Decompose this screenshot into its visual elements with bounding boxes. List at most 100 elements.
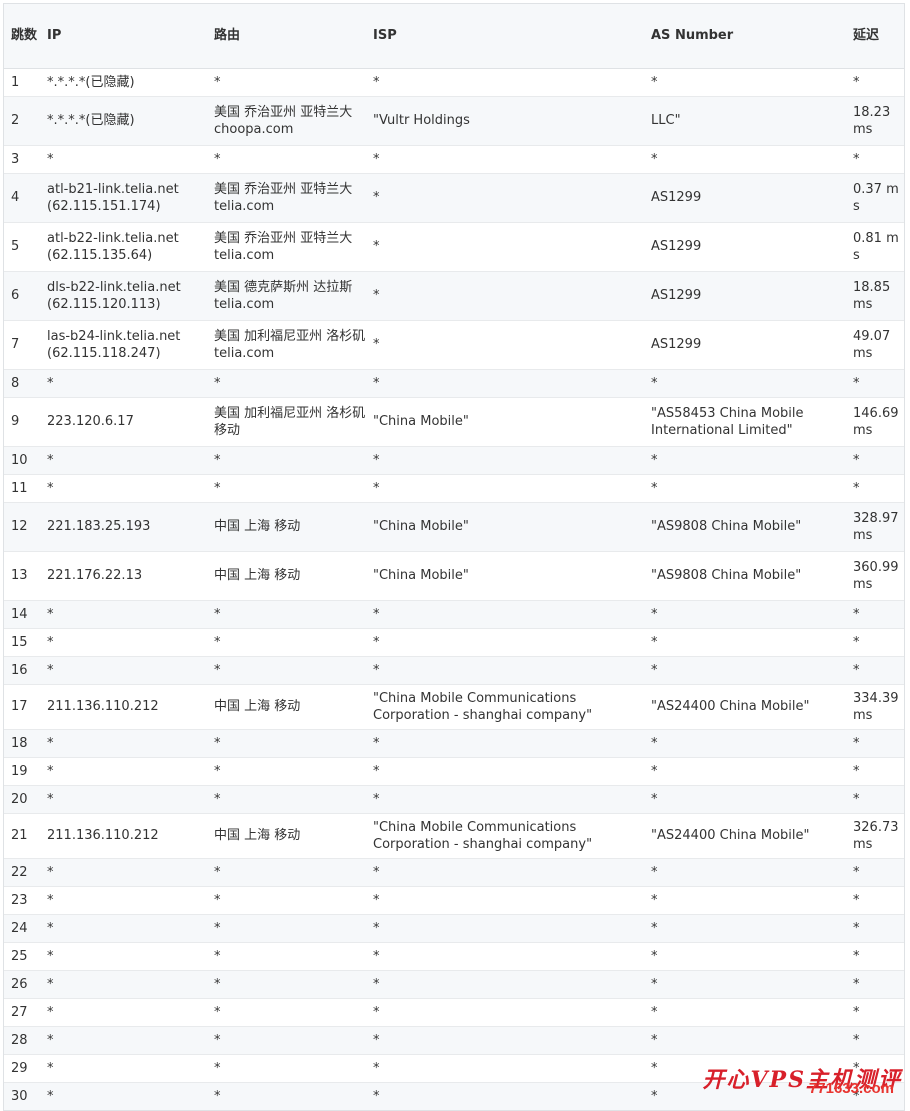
cell-route: 美国 乔治亚州 亚特兰大 telia.com bbox=[207, 173, 366, 223]
cell-latency: 334.39 ms bbox=[846, 684, 904, 730]
cell-hop: 25 bbox=[4, 942, 40, 971]
cell-latency: * bbox=[846, 1026, 904, 1055]
cell-isp: * bbox=[366, 1082, 644, 1110]
cell-latency: 0.81 ms bbox=[846, 222, 904, 272]
cell-hop: 12 bbox=[4, 502, 40, 552]
cell-as-number: * bbox=[644, 858, 846, 887]
cell-isp: * bbox=[366, 369, 644, 398]
cell-latency: 18.23 ms bbox=[846, 96, 904, 146]
cell-latency: * bbox=[846, 914, 904, 943]
cell-as-number: * bbox=[644, 446, 846, 475]
cell-hop: 10 bbox=[4, 446, 40, 475]
cell-latency: * bbox=[846, 600, 904, 629]
cell-ip: *.*.*.*(已隐藏) bbox=[40, 68, 207, 97]
cell-hop: 20 bbox=[4, 785, 40, 814]
cell-route: * bbox=[207, 998, 366, 1027]
table-row: 1 *.*.*.*(已隐藏) * * * * bbox=[4, 68, 904, 97]
cell-hop: 7 bbox=[4, 320, 40, 370]
table-row: 16 * * * * * bbox=[4, 656, 904, 685]
cell-latency: * bbox=[846, 729, 904, 758]
cell-latency: 146.69 ms bbox=[846, 397, 904, 447]
cell-as-number: LLC" bbox=[644, 96, 846, 146]
table-row: 24 * * * * * bbox=[4, 914, 904, 943]
cell-isp: "China Mobile" bbox=[366, 502, 644, 552]
cell-ip: * bbox=[40, 628, 207, 657]
cell-route: 中国 上海 移动 bbox=[207, 502, 366, 552]
table-row: 21 211.136.110.212 中国 上海 移动 "China Mobile C… bbox=[4, 813, 904, 859]
cell-latency: * bbox=[846, 858, 904, 887]
cell-isp: "China Mobile Communications Corporation… bbox=[366, 813, 644, 859]
cell-isp: * bbox=[366, 757, 644, 786]
cell-hop: 14 bbox=[4, 600, 40, 629]
cell-ip: 221.183.25.193 bbox=[40, 502, 207, 552]
cell-route: * bbox=[207, 474, 366, 503]
cell-route: * bbox=[207, 757, 366, 786]
cell-route: * bbox=[207, 1082, 366, 1110]
cell-as-number: AS1299 bbox=[644, 320, 846, 370]
cell-as-number: "AS9808 China Mobile" bbox=[644, 502, 846, 552]
cell-latency: 360.99 ms bbox=[846, 551, 904, 601]
cell-route: * bbox=[207, 970, 366, 999]
traceroute-table-container: 跳数 IP 路由 ISP AS Number 延迟 1 *.*.*.*(已隐藏) *… bbox=[3, 3, 905, 1111]
cell-hop: 21 bbox=[4, 813, 40, 859]
cell-ip: las-b24-link.telia.net (62.115.118.247) bbox=[40, 320, 207, 370]
header-latency: 延迟 bbox=[846, 4, 904, 69]
cell-route: * bbox=[207, 785, 366, 814]
cell-isp: * bbox=[366, 942, 644, 971]
watermark: 开心VPS主机测评 771633.com bbox=[702, 1062, 902, 1102]
cell-as-number: AS1299 bbox=[644, 271, 846, 321]
cell-as-number: * bbox=[644, 656, 846, 685]
cell-route: * bbox=[207, 628, 366, 657]
cell-as-number: * bbox=[644, 757, 846, 786]
cell-hop: 23 bbox=[4, 886, 40, 915]
cell-route: * bbox=[207, 942, 366, 971]
cell-as-number: * bbox=[644, 1026, 846, 1055]
table-row: 6 dls-b22-link.telia.net (62.115.120.113)… bbox=[4, 271, 904, 321]
table-row: 19 * * * * * bbox=[4, 757, 904, 786]
cell-hop: 26 bbox=[4, 970, 40, 999]
cell-hop: 27 bbox=[4, 998, 40, 1027]
cell-isp: "China Mobile" bbox=[366, 551, 644, 601]
cell-route: 美国 加利福尼亚州 洛杉矶 移动 bbox=[207, 397, 366, 447]
table-row: 8 * * * * * bbox=[4, 369, 904, 398]
cell-hop: 17 bbox=[4, 684, 40, 730]
cell-hop: 8 bbox=[4, 369, 40, 398]
cell-latency: * bbox=[846, 474, 904, 503]
cell-isp: * bbox=[366, 970, 644, 999]
cell-route: 美国 乔治亚州 亚特兰大 telia.com bbox=[207, 222, 366, 272]
cell-isp: * bbox=[366, 729, 644, 758]
cell-as-number: * bbox=[644, 628, 846, 657]
cell-ip: dls-b22-link.telia.net (62.115.120.113) bbox=[40, 271, 207, 321]
cell-latency: 0.37 ms bbox=[846, 173, 904, 223]
table-row: 26 * * * * * bbox=[4, 970, 904, 999]
cell-latency: * bbox=[846, 886, 904, 915]
cell-ip: *.*.*.*(已隐藏) bbox=[40, 96, 207, 146]
cell-hop: 15 bbox=[4, 628, 40, 657]
cell-latency: * bbox=[846, 656, 904, 685]
cell-as-number: * bbox=[644, 970, 846, 999]
table-row: 4 atl-b21-link.telia.net (62.115.151.174)… bbox=[4, 173, 904, 223]
header-isp: ISP bbox=[366, 4, 644, 69]
cell-hop: 1 bbox=[4, 68, 40, 97]
cell-latency: * bbox=[846, 628, 904, 657]
cell-as-number: * bbox=[644, 785, 846, 814]
cell-route: * bbox=[207, 914, 366, 943]
cell-ip: * bbox=[40, 474, 207, 503]
cell-ip: * bbox=[40, 785, 207, 814]
table-row: 27 * * * * * bbox=[4, 998, 904, 1027]
cell-hop: 24 bbox=[4, 914, 40, 943]
cell-latency: * bbox=[846, 446, 904, 475]
table-row: 13 221.176.22.13 中国 上海 移动 "China Mobile" "AS… bbox=[4, 551, 904, 601]
cell-ip: * bbox=[40, 942, 207, 971]
cell-latency: 326.73 ms bbox=[846, 813, 904, 859]
table-row: 12 221.183.25.193 中国 上海 移动 "China Mobile" "A… bbox=[4, 502, 904, 552]
cell-route: * bbox=[207, 68, 366, 97]
cell-latency: * bbox=[846, 757, 904, 786]
cell-isp: * bbox=[366, 600, 644, 629]
cell-as-number: "AS58453 China Mobile International Limi… bbox=[644, 397, 846, 447]
cell-ip: * bbox=[40, 858, 207, 887]
watermark-url: 771633.com bbox=[808, 1080, 894, 1097]
cell-isp: "China Mobile" bbox=[366, 397, 644, 447]
cell-ip: 223.120.6.17 bbox=[40, 397, 207, 447]
cell-latency: * bbox=[846, 942, 904, 971]
